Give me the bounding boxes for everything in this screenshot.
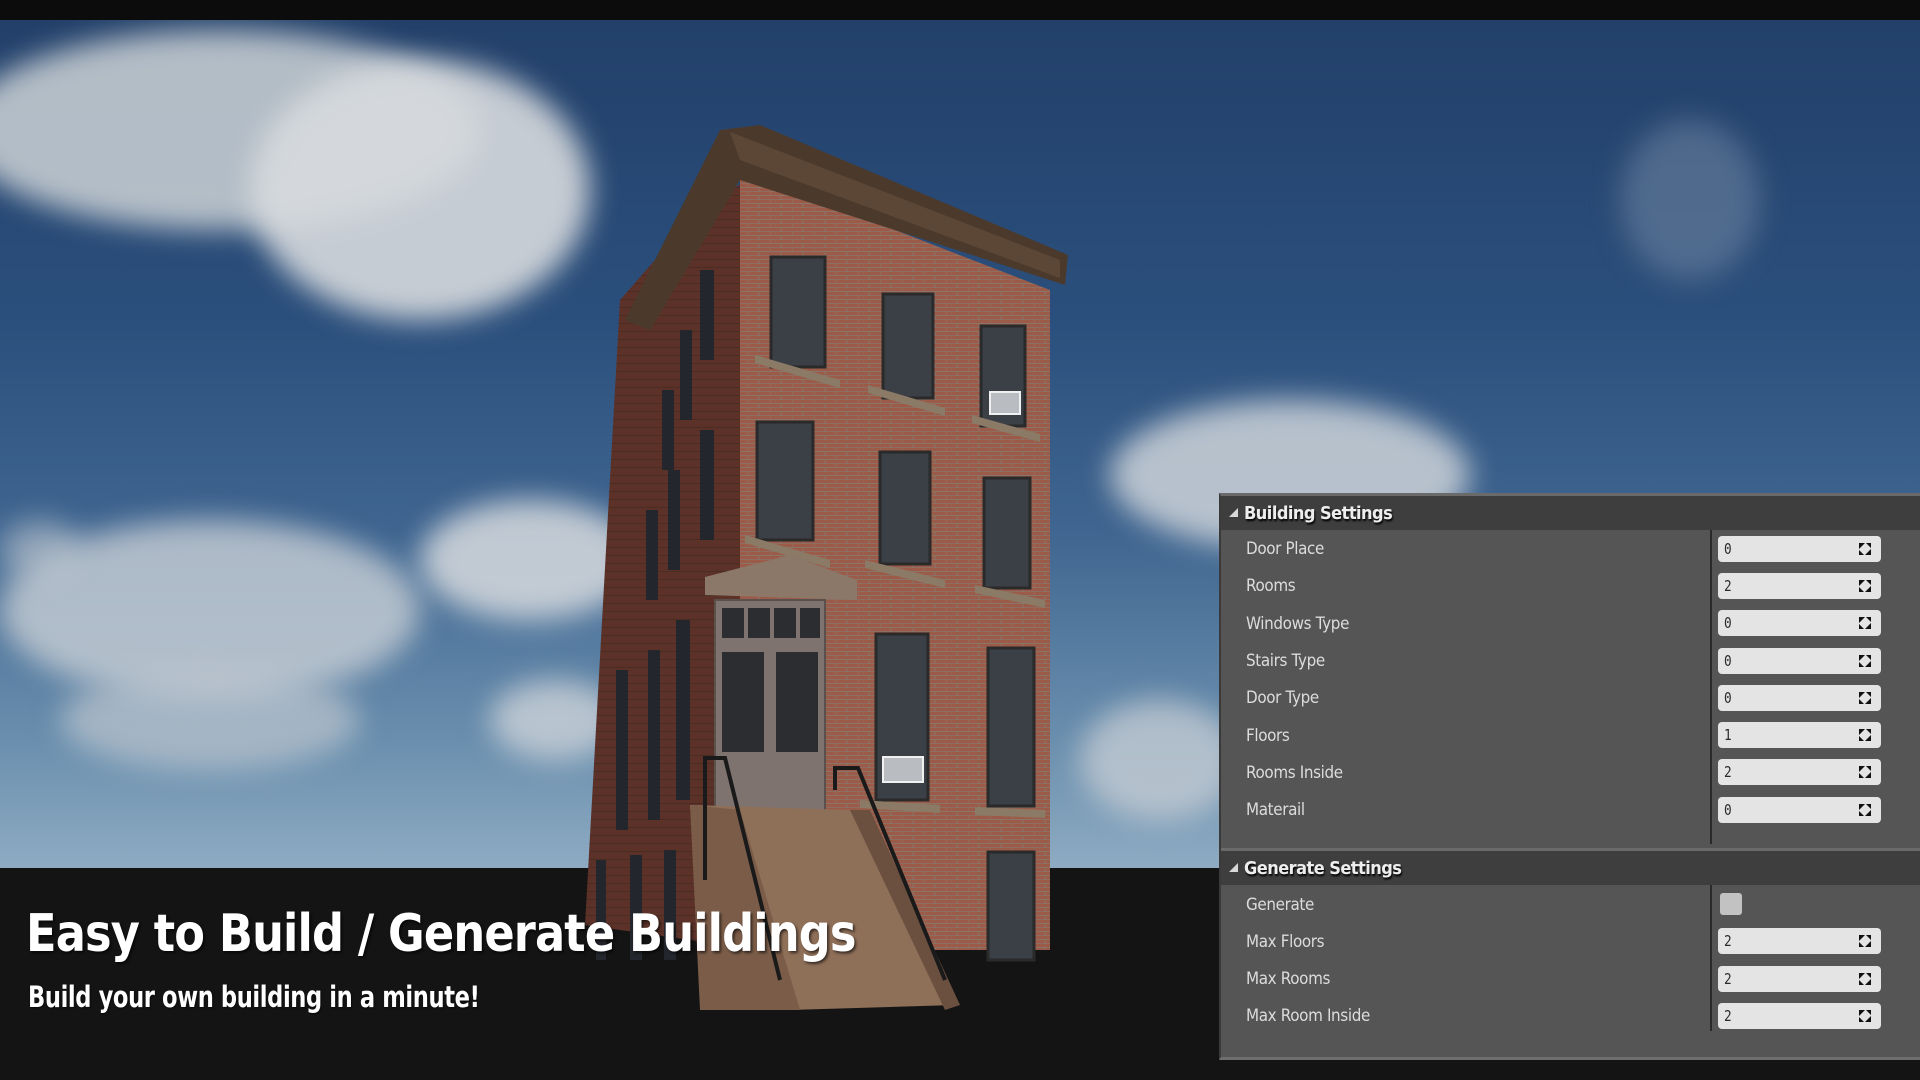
- input-value: 2: [1724, 969, 1732, 988]
- drag-spinner-icon[interactable]: [1859, 542, 1871, 555]
- property-row-max-room-inside: Max Room Inside 2: [1221, 997, 1920, 1034]
- details-panel: Building Settings Door Place 0 Rooms 2 W…: [1219, 493, 1920, 1060]
- ac-unit: [882, 756, 924, 783]
- drag-spinner-icon[interactable]: [1859, 1009, 1871, 1022]
- subline-text: Build your own building in a minute!: [28, 980, 480, 1014]
- property-row-windows-type: Windows Type 0: [1221, 605, 1920, 642]
- drag-spinner-icon[interactable]: [1859, 935, 1871, 948]
- rooms-inside-input[interactable]: 2: [1718, 759, 1881, 786]
- floors-input[interactable]: 1: [1718, 722, 1881, 749]
- section-title: Building Settings: [1244, 502, 1393, 524]
- max-room-inside-input[interactable]: 2: [1718, 1002, 1881, 1029]
- drag-spinner-icon[interactable]: [1859, 766, 1871, 779]
- property-label: Max Room Inside: [1246, 1006, 1370, 1026]
- section-body-generate-settings: Generate Max Floors 2 Max Rooms 2 Max Ro…: [1221, 885, 1920, 1034]
- drag-spinner-icon[interactable]: [1859, 972, 1871, 985]
- headline-text: Easy to Build / Generate Buildings: [26, 904, 857, 964]
- door-place-input[interactable]: 0: [1718, 535, 1881, 562]
- section-header-generate-settings[interactable]: Generate Settings: [1221, 851, 1920, 886]
- property-label: Generate: [1246, 894, 1314, 914]
- input-value: 2: [1724, 1006, 1732, 1025]
- property-label: Stairs Type: [1246, 651, 1325, 671]
- material-input[interactable]: 0: [1718, 796, 1881, 823]
- input-value: 0: [1724, 651, 1732, 670]
- input-value: 2: [1724, 763, 1732, 782]
- input-value: 0: [1724, 688, 1732, 707]
- drag-spinner-icon[interactable]: [1859, 617, 1871, 630]
- triangle-expanded-icon: [1229, 507, 1238, 517]
- max-rooms-input[interactable]: 2: [1718, 965, 1881, 992]
- property-label: Door Place: [1246, 539, 1325, 559]
- drag-spinner-icon[interactable]: [1859, 654, 1871, 667]
- property-row-rooms: Rooms 2: [1221, 567, 1920, 604]
- property-label: Materail: [1246, 800, 1305, 820]
- input-value: 2: [1724, 932, 1732, 951]
- generate-checkbox[interactable]: [1720, 893, 1742, 916]
- input-value: 0: [1724, 614, 1732, 633]
- drag-spinner-icon[interactable]: [1859, 579, 1871, 592]
- input-value: 1: [1724, 726, 1732, 745]
- max-floors-input[interactable]: 2: [1718, 928, 1881, 955]
- drag-spinner-icon[interactable]: [1859, 691, 1871, 704]
- property-row-generate: Generate: [1221, 885, 1920, 922]
- door-type-input[interactable]: 0: [1718, 684, 1881, 711]
- property-row-max-rooms: Max Rooms 2: [1221, 960, 1920, 997]
- input-value: 0: [1724, 800, 1732, 819]
- property-label: Floors: [1246, 725, 1290, 745]
- property-label: Rooms: [1246, 576, 1296, 596]
- letterbox-top: [0, 0, 1920, 20]
- windows-type-input[interactable]: 0: [1718, 610, 1881, 637]
- property-label: Door Type: [1246, 688, 1319, 708]
- drag-spinner-icon[interactable]: [1859, 803, 1871, 816]
- property-row-door-place: Door Place 0: [1221, 530, 1920, 567]
- drag-spinner-icon[interactable]: [1859, 729, 1871, 742]
- section-title: Generate Settings: [1244, 857, 1402, 879]
- property-row-material: Materail 0: [1221, 791, 1920, 828]
- property-row-stairs-type: Stairs Type 0: [1221, 642, 1920, 679]
- section-header-building-settings[interactable]: Building Settings: [1221, 496, 1920, 530]
- property-row-door-type: Door Type 0: [1221, 679, 1920, 716]
- property-row-floors: Floors 1: [1221, 716, 1920, 753]
- property-label: Rooms Inside: [1246, 762, 1343, 782]
- rooms-input[interactable]: 2: [1718, 572, 1881, 599]
- property-row-rooms-inside: Rooms Inside 2: [1221, 754, 1920, 791]
- property-label: Max Rooms: [1246, 969, 1331, 989]
- input-value: 0: [1724, 539, 1732, 558]
- section-body-building-settings: Door Place 0 Rooms 2 Windows Type 0 Stai…: [1221, 530, 1920, 848]
- property-row-max-floors: Max Floors 2: [1221, 923, 1920, 960]
- property-label: Max Floors: [1246, 931, 1325, 951]
- triangle-expanded-icon: [1229, 862, 1238, 872]
- input-value: 2: [1724, 576, 1732, 595]
- property-label: Windows Type: [1246, 613, 1350, 633]
- stairs-type-input[interactable]: 0: [1718, 647, 1881, 674]
